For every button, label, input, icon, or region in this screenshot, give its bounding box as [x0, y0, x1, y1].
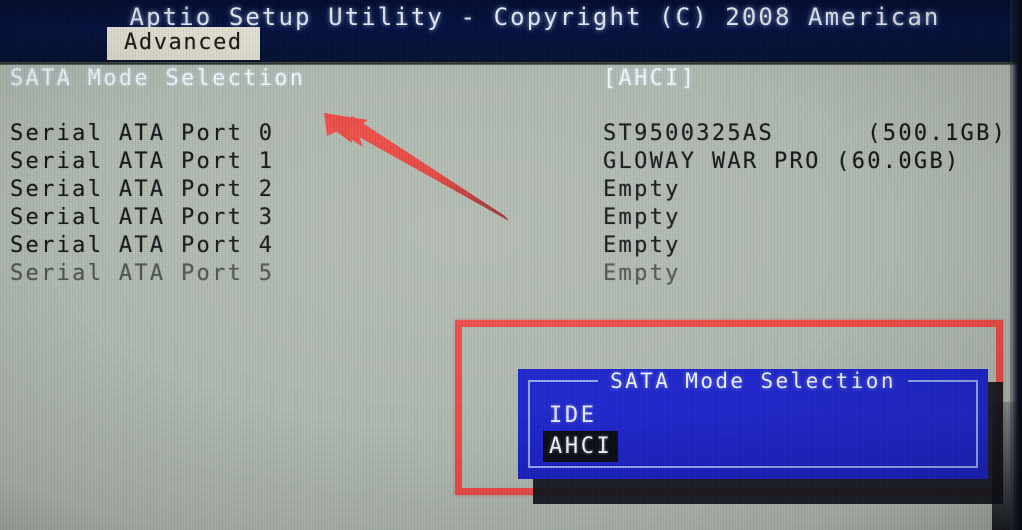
port-value-5: Empty [603, 261, 681, 286]
port-label-0[interactable]: Serial ATA Port 0 [10, 120, 305, 148]
dialog-option-row: AHCI [543, 431, 619, 462]
dialog-title: SATA Mode Selection [518, 369, 988, 393]
port-label-3[interactable]: Serial ATA Port 3 [10, 204, 305, 232]
settings-value-column: [AHCI] ST9500325AS (500.1GB) GLOWAY WAR … [603, 65, 1007, 288]
dialog-option-ahci[interactable]: AHCI [543, 431, 619, 462]
tab-advanced[interactable]: Advanced [107, 27, 260, 60]
port-label-1[interactable]: Serial ATA Port 1 [10, 148, 305, 176]
sata-mode-selection-dialog: SATA Mode Selection IDE AHCI [518, 369, 988, 479]
port-label-5[interactable]: Serial ATA Port 5 [10, 260, 305, 288]
dialog-title-text: SATA Mode Selection [598, 369, 908, 393]
port-value-2: Empty [603, 177, 681, 202]
port-value-3: Empty [603, 205, 681, 230]
setting-value-sata-mode-selection[interactable]: [AHCI] [603, 65, 1007, 93]
port-value-0: ST9500325AS (500.1GB) [603, 121, 1008, 146]
bios-setup-screenshot: Aptio Setup Utility - Copyright (C) 2008… [0, 0, 1022, 530]
port-label-2[interactable]: Serial ATA Port 2 [10, 176, 305, 204]
dialog-option-list: IDE AHCI [543, 400, 619, 462]
dialog-option-ide[interactable]: IDE [545, 400, 601, 431]
dialog-option-row: IDE [545, 400, 618, 431]
port-value-4: Empty [603, 233, 681, 258]
settings-label-column: SATA Mode Selection Serial ATA Port 0 Se… [10, 65, 305, 288]
port-value-1: GLOWAY WAR PRO (60.0GB) [603, 149, 961, 174]
port-label-4[interactable]: Serial ATA Port 4 [10, 232, 305, 260]
setting-label-sata-mode-selection[interactable]: SATA Mode Selection [10, 65, 305, 93]
screen-bezel-edge [1013, 0, 1022, 530]
